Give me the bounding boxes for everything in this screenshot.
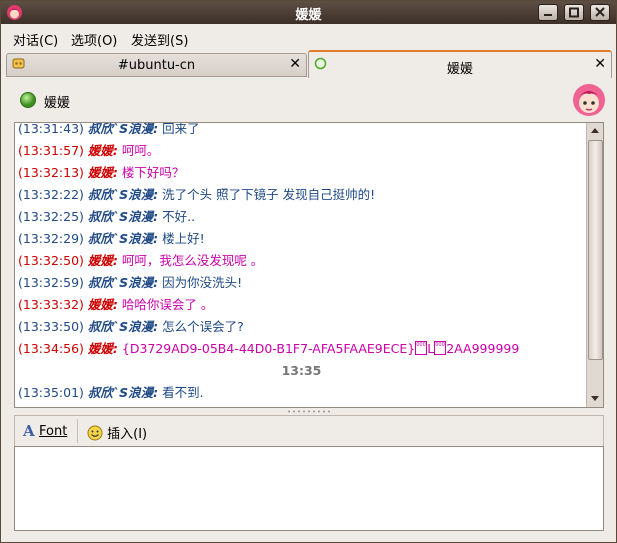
tab-close-button[interactable]: ✕ (594, 57, 606, 71)
message-text: 楼下好吗？ (121, 165, 185, 180)
scroll-thumb[interactable] (588, 140, 603, 360)
message-sender: 叔欣`S浪漫: (87, 275, 159, 290)
message-row: (13:32:13) 媛媛: 楼下好吗？ (15, 162, 585, 184)
message-row: (13:32:50) 媛媛: 呵呵，我怎么没发现呢 。 (15, 250, 585, 272)
window-title: 媛媛 (295, 8, 322, 23)
contact-header: 媛媛 (6, 79, 612, 121)
menu-send-to[interactable]: 发送到(S) (131, 30, 188, 49)
maximize-button[interactable] (564, 4, 584, 21)
tab-yuanyuan[interactable]: 媛媛 ✕ (308, 50, 612, 78)
menu-options[interactable]: 选项(O) (71, 30, 117, 49)
message-sender: 叔欣`S浪漫: (87, 319, 159, 334)
svg-text:A: A (23, 423, 35, 437)
message-time: (13:35:01) (18, 385, 84, 400)
message-text: 2AA999999 (446, 341, 520, 356)
message-time: (13:32:29) (18, 231, 84, 246)
missing-glyph-box: 0001 (415, 341, 428, 355)
message-sender: 叔欣`S浪漫: (87, 122, 159, 136)
pane-resize-grip[interactable] (284, 409, 334, 414)
toolbar-separator (77, 419, 78, 443)
message-sender: 叔欣`S浪漫: (87, 231, 159, 246)
message-text: 看不到. (162, 385, 204, 400)
message-time: (13:32:50) (18, 253, 84, 268)
font-label: Font (39, 424, 68, 439)
format-toolbar: A Font 插入(I) (14, 415, 604, 446)
message-text: 不好.. (162, 209, 196, 224)
message-time: (13:31:43) (18, 122, 84, 136)
message-time: (13:34:56) (18, 341, 84, 356)
message-sender: 叔欣`S浪漫: (87, 209, 159, 224)
message-text: 楼上好! (162, 231, 205, 246)
tab-label: #ubuntu-cn (117, 58, 196, 73)
message-time: (13:32:13) (18, 165, 84, 180)
message-row: (13:34:56) 媛媛: {D3729AD9-05B4-44D0-B1F7-… (15, 338, 585, 360)
status-available-icon (20, 92, 36, 108)
close-icon (595, 7, 605, 17)
minimize-button[interactable] (538, 4, 558, 21)
message-time: (13:32:22) (18, 187, 84, 202)
message-row: (13:32:22) 叔欣`S浪漫: 洗了个头 照了下镜子 发现自己挺帅的! (15, 184, 585, 206)
missing-glyph-box: 0001 (434, 341, 447, 355)
insert-label: 插入(I) (107, 427, 148, 442)
font-button[interactable]: A Font (22, 422, 68, 440)
tab-ubuntu-cn[interactable]: #ubuntu-cn ✕ (6, 53, 307, 77)
maximize-icon (569, 7, 579, 18)
menu-conversation[interactable]: 对话(C) (13, 30, 58, 49)
message-sender: 媛媛: (87, 297, 118, 312)
message-row: (13:33:32) 媛媛: 哈哈你误会了 。 (15, 294, 585, 316)
message-time: (13:32:59) (18, 275, 84, 290)
minimize-icon (544, 14, 552, 16)
message-time: (13:32:25) (18, 209, 84, 224)
message-sender: 媛媛: (87, 253, 118, 268)
message-time: (13:31:57) (18, 143, 84, 158)
message-sender: 叔欣`S浪漫: (87, 385, 159, 400)
title-bar[interactable]: 媛媛 (1, 1, 616, 24)
tab-strip: #ubuntu-cn ✕ 媛媛 ✕ (6, 50, 613, 78)
close-window-button[interactable] (590, 4, 610, 21)
message-time: (13:33:50) (18, 319, 84, 334)
message-text: 哈哈你误会了 。 (121, 297, 214, 312)
chat-window: 媛媛 对话(C) 选项(O) 发送到(S) #ubuntu-cn ✕ 媛媛 ✕ … (0, 0, 617, 543)
insert-button[interactable]: 插入(I) (87, 423, 147, 442)
message-input[interactable] (14, 446, 604, 531)
conversation-view[interactable]: (13:31:43) 叔欣`S浪漫: 回来了 (13:31:57) 媛媛: 呵呵。… (14, 122, 604, 408)
message-text: 洗了个头 照了下镜子 发现自己挺帅的! (162, 187, 376, 202)
tab-label: 媛媛 (446, 62, 473, 77)
contact-name: 媛媛 (44, 96, 71, 111)
message-text: 怎么个误会了? (162, 319, 244, 334)
message-sender: 媛媛: (87, 165, 118, 180)
message-time: (13:33:32) (18, 297, 84, 312)
menu-bar: 对话(C) 选项(O) 发送到(S) (1, 25, 616, 49)
message-row: (13:35:01) 叔欣`S浪漫: 看不到. (15, 382, 585, 404)
message-sender: 媛媛: (87, 143, 118, 158)
message-row: (13:31:57) 媛媛: 呵呵。 (15, 140, 585, 162)
message-row: (13:32:25) 叔欣`S浪漫: 不好.. (15, 206, 585, 228)
buddy-avatar-icon[interactable] (572, 83, 606, 117)
font-icon: A (22, 422, 35, 440)
message-row: (13:32:59) 叔欣`S浪漫: 因为你没洗头! (15, 272, 585, 294)
smiley-icon (87, 425, 103, 441)
scroll-down-icon[interactable] (588, 391, 602, 405)
conversation-scrollbar[interactable] (586, 123, 603, 407)
message-text: 呵呵，我怎么没发现呢 。 (121, 253, 264, 268)
message-text: L (427, 341, 435, 356)
message-text: 呵呵。 (121, 143, 160, 158)
scroll-up-icon[interactable] (588, 124, 602, 138)
message-sender: 媛媛: (87, 341, 118, 356)
message-text: 因为你没洗头! (162, 275, 243, 290)
message-list: (13:31:43) 叔欣`S浪漫: 回来了 (13:31:57) 媛媛: 呵呵。… (15, 122, 585, 404)
message-text: 回来了 (162, 122, 200, 136)
message-sender: 叔欣`S浪漫: (87, 187, 159, 202)
tab-close-button[interactable]: ✕ (289, 57, 301, 71)
message-row: (13:31:43) 叔欣`S浪漫: 回来了 (15, 122, 585, 140)
timestamp-divider: 13:35 (15, 360, 585, 382)
divider-time: 13:35 (281, 363, 322, 378)
message-text: {D3729AD9-05B4-44D0-B1F7-AFA5FAAE9ECE} (121, 341, 416, 356)
message-row: (13:33:50) 叔欣`S浪漫: 怎么个误会了? (15, 316, 585, 338)
message-row: (13:32:29) 叔欣`S浪漫: 楼上好! (15, 228, 585, 250)
